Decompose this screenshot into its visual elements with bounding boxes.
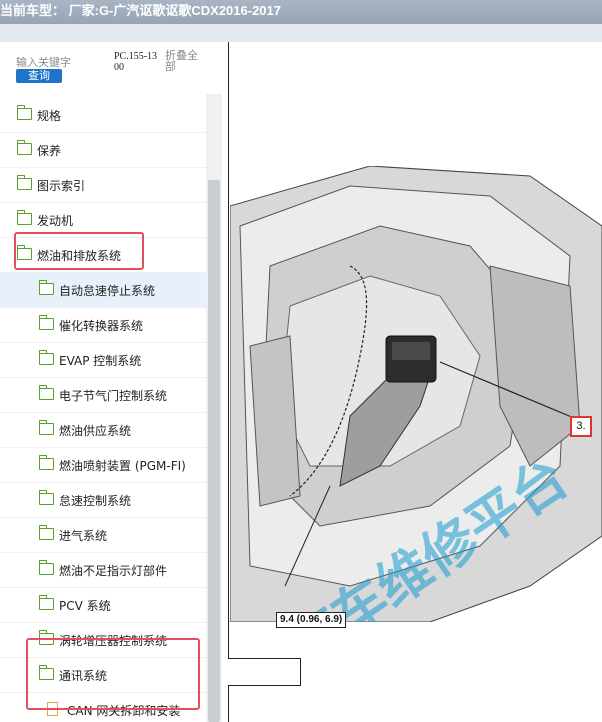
tree-item-label: 怠速控制系统 [59,494,132,508]
tree-item-label: EVAP 控制系统 [59,354,142,368]
tree-item-label: 发动机 [37,214,74,228]
tree-item-catalytic-converter[interactable]: 催化转换器系统 [0,308,206,343]
tree-item-label: 图示索引 [37,179,86,193]
window-title: 当前车型： 厂家:G-广汽讴歌讴歌CDX2016-2017 [0,3,281,18]
tree-item-label: 规格 [37,109,62,123]
tree-item-intake[interactable]: 进气系统 [0,518,206,553]
folder-icon [38,455,54,470]
callout-3: 3. [570,416,592,437]
window-title-bar: 当前车型： 厂家:G-广汽讴歌讴歌CDX2016-2017 [0,0,602,24]
folder-icon [16,105,32,120]
tree-item-label: 通讯系统 [59,669,108,683]
tree-item-label: 燃油和排放系统 [37,249,122,263]
tree-item-can-gateway[interactable]: CAN 网关拆卸和安装 [0,693,206,722]
folder-icon [38,385,54,400]
tree-item-illustration-index[interactable]: 图示索引 [0,168,206,203]
open-folder-icon [38,665,54,680]
folder-icon [16,175,32,190]
tree-item-label: 涡轮增压器控制系统 [59,634,168,648]
folder-icon [16,210,32,225]
tree-item-label: 进气系统 [59,529,108,543]
page-edge [228,42,229,722]
tree-item-specifications[interactable]: 规格 [0,98,206,133]
tree-item-pgm-fi[interactable]: 燃油喷射装置 (PGM-FI) [0,448,206,483]
doc-code: PC.155-1300 [114,51,158,73]
tree-item-label: 燃油喷射装置 (PGM-FI) [59,459,186,473]
tree-item-maintenance[interactable]: 保养 [0,133,206,168]
tree-item-fuel-supply[interactable]: 燃油供应系统 [0,413,206,448]
tree-item-label: 燃油不足指示灯部件 [59,564,168,578]
table-box [228,658,301,686]
engine-bay-diagram: 汽车维修平台 [230,166,602,622]
tree-item-label: PCV 系统 [59,599,111,613]
search-area: 输入关键字 查询 PC.155-1300 折叠全部 [0,42,222,94]
tree-item-turbo-control[interactable]: 涡轮增压器控制系统 [0,623,206,658]
tree-item-label: 电子节气门控制系统 [59,389,168,403]
folder-icon [38,490,54,505]
tree-scrollbar[interactable] [206,94,222,722]
tree-item-auto-idle-stop[interactable]: 自动怠速停止系统 [0,273,206,308]
tree-item-communication[interactable]: 通讯系统 [0,658,206,693]
folder-icon [38,315,54,330]
folder-icon [38,350,54,365]
tree-item-idle-control[interactable]: 怠速控制系统 [0,483,206,518]
tree-item-label: CAN 网关拆卸和安装 [67,704,181,718]
collapse-all-link[interactable]: 折叠全部 [165,51,205,73]
query-button[interactable]: 查询 [16,69,62,83]
folder-icon [38,595,54,610]
tree-item-label: 燃油供应系统 [59,424,132,438]
folder-icon [38,560,54,575]
torque-spec: 9.4 (0.96, 6.9) [276,612,347,628]
tree-item-low-fuel-indicator[interactable]: 燃油不足指示灯部件 [0,553,206,588]
tree-item-label: 自动怠速停止系统 [59,284,156,298]
tree-item-engine[interactable]: 发动机 [0,203,206,238]
tree-item-fuel-emissions[interactable]: 燃油和排放系统 [0,238,206,273]
folder-icon [38,525,54,540]
folder-icon [38,630,54,645]
tree-view: 规格 保养 图示索引 发动机 燃油和排放系统 自动怠速停止系统 催化转换器系统 [0,98,206,722]
scrollbar-thumb[interactable] [208,180,220,722]
folder-icon [38,420,54,435]
diagram-pane: 汽车维修平台 3. 9.4 (0.96, 6.9) [222,42,602,722]
open-folder-icon [38,280,54,295]
tree-item-pcv[interactable]: PCV 系统 [0,588,206,623]
tree-item-label: 保养 [37,144,62,158]
tree-item-throttle[interactable]: 电子节气门控制系统 [0,378,206,413]
search-input[interactable]: 输入关键字 [16,54,71,70]
navigation-pane: 输入关键字 查询 PC.155-1300 折叠全部 规格 保养 图示索引 发动机… [0,42,223,722]
document-icon [47,702,58,716]
toolbar-band [0,24,602,42]
open-folder-icon [16,245,32,260]
folder-icon [16,140,32,155]
tree-item-label: 催化转换器系统 [59,319,144,333]
tree-item-evap[interactable]: EVAP 控制系统 [0,343,206,378]
